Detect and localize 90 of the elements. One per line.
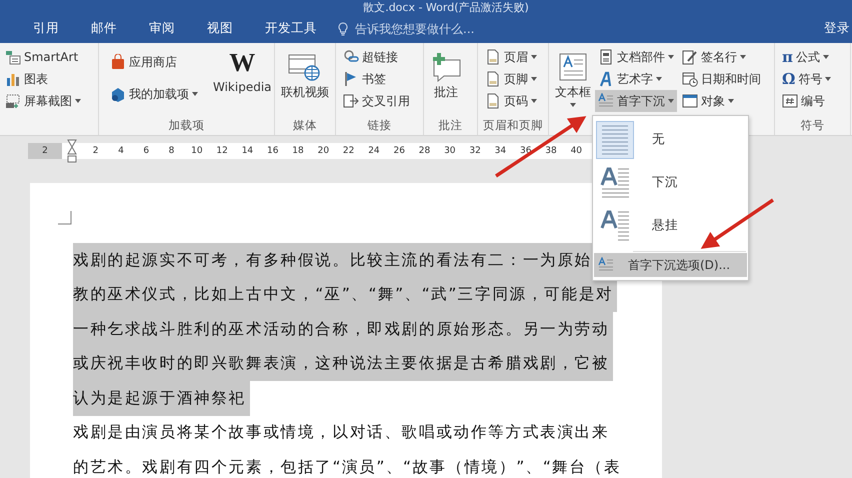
menu-item[interactable]: 下沉 [593,161,748,204]
ribbon-button[interactable]: 编号 [779,90,834,112]
symbol-glyph-icon: Ω [782,71,796,87]
ruler-number: 32 [468,146,482,156]
text-line: 的艺术。戏剧有四个元素，包括了“演员”、“故事（情境）”、“舞台（表 [73,456,622,478]
ruler-number: 4 [117,146,125,156]
ruler-number: 40 [570,146,584,156]
ribbon-button[interactable]: 批注 [428,46,464,115]
symbol-glyph-icon: π [782,49,793,65]
page-icon [485,49,501,65]
menu-item[interactable]: 悬挂 [593,204,748,247]
ruler-number: 20 [316,146,330,156]
store-icon [110,54,126,70]
ribbon-tab[interactable]: 引用 [18,16,74,42]
ribbon-button[interactable]: 对象 [679,90,764,112]
ruler-number: 28 [418,146,432,156]
ribbon-button[interactable]: 艺术字 [595,68,677,90]
dropcap-icon [598,93,614,109]
page-icon [485,71,501,87]
ruler-number: 18 [291,146,305,156]
ruler-number: 24 [367,146,381,156]
margin-drop-cap-icon [600,208,630,242]
ribbon-button[interactable]: Ω 符号 [779,68,834,90]
date-icon [682,71,698,87]
ruler-number: 16 [266,146,280,156]
menu-item[interactable]: 无 [593,118,748,161]
art-icon [598,71,614,87]
numbox-icon [782,93,798,109]
film-globe-icon [288,52,322,82]
ruler-number: 8 [168,146,176,156]
ribbon-button[interactable]: 页脚 [482,68,540,90]
indent-marker-icon[interactable] [67,139,77,163]
wikipedia-logo-icon: W [229,48,256,78]
ruler-number: 34 [494,146,508,156]
ribbon-button[interactable]: 图表 [2,68,84,90]
text-box-icon [558,52,588,82]
ribbon-tab[interactable]: 开发工具 [250,16,332,42]
ruler-number: 22 [342,146,356,156]
ribbon-tab[interactable]: 视图 [192,16,248,42]
ribbon-button[interactable]: 签名行 [679,46,764,68]
ruler-number: 6 [142,146,150,156]
ruler-number: 38 [544,146,558,156]
group-label: 符号 [800,118,824,132]
ribbon-button[interactable]: 联机视频 [279,46,331,115]
ribbon-button[interactable]: 我的加载项 [107,78,201,110]
screenshot-icon [5,93,21,109]
sign-icon [682,49,698,65]
ribbon-tab[interactable]: 邮件 [76,16,132,42]
group-label: 媒体 [293,118,317,132]
margin-corner-mark [58,211,72,225]
parts-icon [598,49,614,65]
ribbon-button[interactable]: 页码 [482,90,540,112]
ribbon-button[interactable]: SmartArt [2,46,84,68]
ribbon-tab[interactable]: 审阅 [134,16,190,42]
ruler-number: 10 [190,146,204,156]
ribbon-button[interactable]: 屏幕截图 [2,90,84,112]
ribbon-button[interactable]: 应用商店 [107,46,201,78]
text-line: 戏剧是由演员将某个故事或情境，以对话、歌唱或动作等方式表演出来 [73,422,610,444]
group-label: 链接 [368,118,392,132]
drop-cap-icon [600,166,630,200]
ribbon-button[interactable]: W Wikipedia [211,46,274,115]
ribbon-button[interactable]: 日期和时间 [679,68,764,90]
window-title: 散文.docx - Word(产品激活失败) [363,1,529,14]
drop-cap-options-item[interactable]: 首字下沉选项(D)... [594,253,747,277]
drop-cap-icon [598,257,614,273]
ruler-number: 2 [28,143,62,159]
ruler-number: 30 [443,146,457,156]
ribbon-button[interactable]: 文本框 [553,46,593,115]
ribbon-button[interactable]: π 公式 [779,46,834,68]
group-label: 页眉和页脚 [483,118,543,132]
sign-in-link[interactable]: 登录 [824,20,850,37]
object-icon [682,93,698,109]
ribbon-button[interactable]: 页眉 [482,46,540,68]
chart-icon [5,71,21,87]
group-label: 批注 [438,118,462,132]
ribbon-button[interactable]: 文档部件 [595,46,677,68]
ribbon-button[interactable]: 超链接 [340,46,413,68]
page-icon [485,93,501,109]
lines-icon [600,122,630,156]
lightbulb-icon [338,22,348,36]
ruler-number: 12 [215,146,229,156]
group-label: 加载项 [168,118,204,132]
ribbon-button[interactable]: 首字下沉 [595,90,677,112]
tell-me-field[interactable]: 告诉我您想要做什么... [338,20,507,36]
ruler-number: 26 [392,146,406,156]
comment-plus-icon [430,52,462,82]
ruler-number: 2 [92,146,100,156]
ribbon-button[interactable]: 交叉引用 [340,90,413,112]
ribbon-button[interactable]: 书签 [340,68,413,90]
ruler-number: 14 [240,146,254,156]
